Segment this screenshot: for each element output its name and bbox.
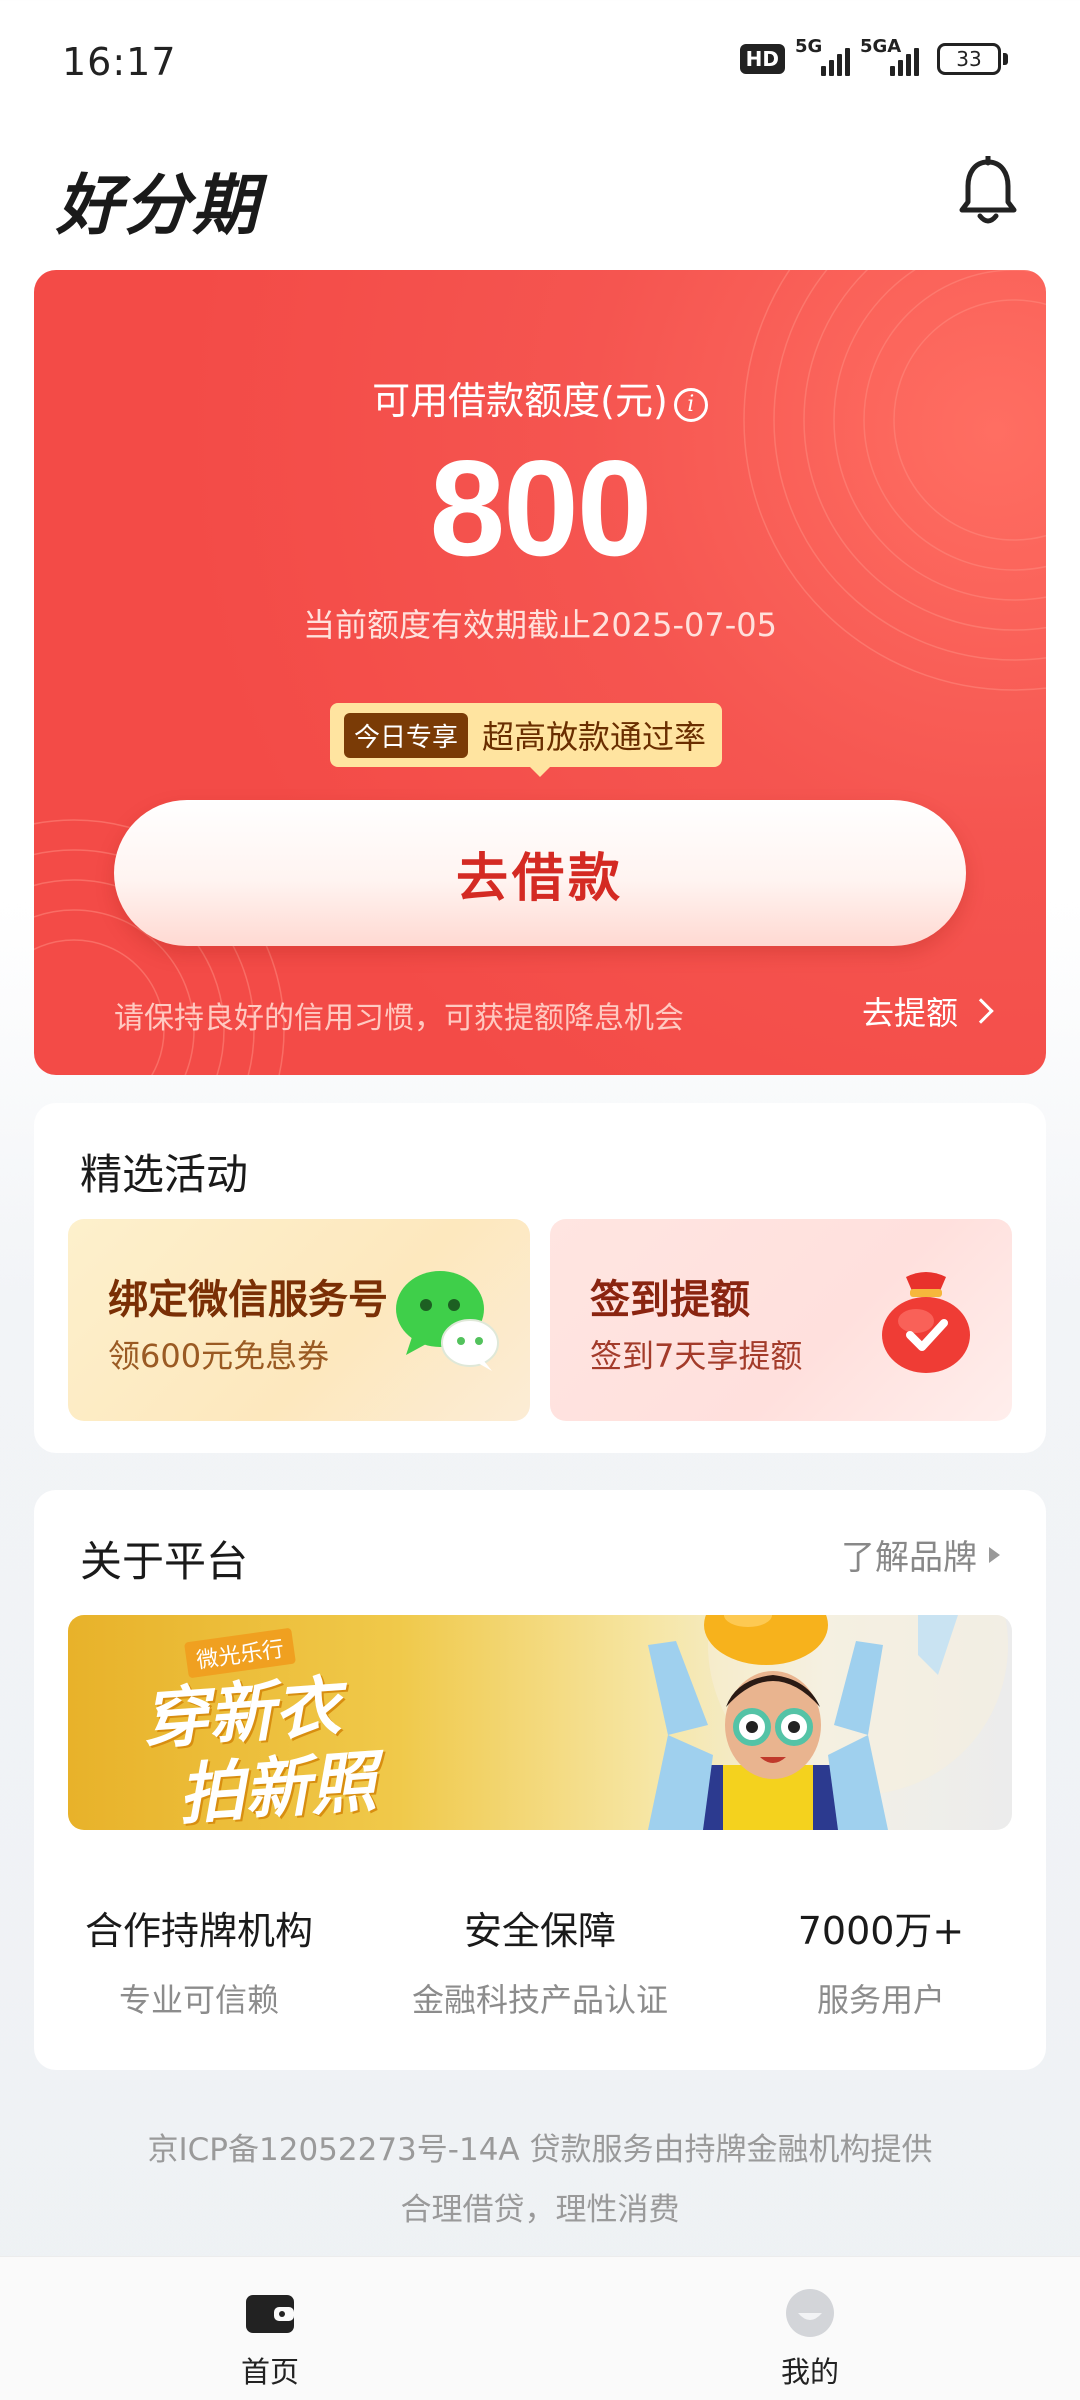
signal-label: 5GA — [860, 36, 902, 57]
wechat-icon — [396, 1271, 499, 1371]
about-platform: 关于平台 了解品牌 微光乐行 穿新衣 拍新照 合作持牌机构 专业可信赖 安全保障… — [34, 1490, 1046, 2070]
nav-label: 首页 — [240, 2355, 299, 2389]
wallet-icon — [246, 2295, 294, 2333]
stat-subtitle: 服务用户 — [816, 1981, 945, 2019]
status-bar: 16:17 HD 5G 5GA 33 — [0, 0, 1080, 130]
section-title: 精选活动 — [80, 1150, 249, 1199]
brand-banner[interactable]: 微光乐行 穿新衣 拍新照 — [68, 1615, 1012, 1830]
section-title: 关于平台 — [80, 1537, 249, 1586]
status-time: 16:17 — [62, 40, 177, 84]
activity-subtitle: 签到7天享提额 — [590, 1337, 803, 1375]
borrow-button[interactable]: 去借款 — [114, 800, 966, 946]
featured-activities: 精选活动 绑定微信服务号 领600元免息券 签到提额 签到7天享提额 — [34, 1103, 1046, 1453]
activity-bind-wechat[interactable]: 绑定微信服务号 领600元免息券 — [68, 1219, 530, 1421]
activity-subtitle: 领600元免息券 — [108, 1337, 330, 1375]
hd-voice-icon: HD — [739, 44, 785, 74]
battery-level: 33 — [937, 43, 1001, 75]
stat-security: 安全保障 金融科技产品认证 — [375, 1900, 705, 2021]
bottom-nav: 首页 我的 — [0, 2256, 1080, 2400]
learn-brand-label: 了解品牌 — [841, 1538, 977, 1578]
stat-subtitle: 金融科技产品认证 — [411, 1981, 668, 2019]
limit-label: 可用借款额度(元) i — [34, 370, 1046, 425]
app-logo: 好分期 — [56, 166, 260, 244]
promo-text: 超高放款通过率 — [482, 718, 707, 756]
footer-license: 京ICP备12052273号-14A 贷款服务由持牌金融机构提供 — [147, 2132, 933, 2168]
signal-5ga-icon: 5GA — [860, 36, 919, 76]
activity-title: 签到提额 — [590, 1277, 750, 1323]
limit-expiry: 当前额度有效期截止2025-07-05 — [303, 606, 777, 644]
activity-checkin[interactable]: 签到提额 签到7天享提额 — [550, 1219, 1012, 1421]
stat-title: 合作持牌机构 — [84, 1909, 313, 1953]
battery-icon: 33 — [937, 43, 1008, 75]
limit-label-text: 可用借款额度(元) — [372, 379, 668, 423]
promo-tag: 今日专享 超高放款通过率 — [330, 703, 723, 777]
stat-title: 安全保障 — [463, 1909, 616, 1953]
raise-limit-label: 去提额 — [861, 994, 958, 1032]
chevron-right-icon — [968, 998, 994, 1024]
lucky-bag-check-icon — [882, 1272, 970, 1373]
triangle-right-icon — [989, 1546, 1000, 1563]
footer-slogan: 合理借贷，理性消费 — [400, 2192, 680, 2228]
promo-badge: 今日专享 — [344, 712, 469, 758]
stat-users: 7000万+ 服务用户 — [716, 1900, 1046, 2021]
stat-licensed-partners: 合作持牌机构 专业可信赖 — [34, 1900, 364, 2021]
banner-headline-2: 拍新照 — [175, 1743, 379, 1830]
profile-face-icon — [786, 2289, 834, 2337]
activity-title: 绑定微信服务号 — [108, 1277, 388, 1323]
credit-limit-card: 可用借款额度(元) i 800 当前额度有效期截止2025-07-05 今日专享 … — [34, 270, 1046, 1075]
stat-subtitle: 专业可信赖 — [118, 1981, 279, 2019]
raise-limit-link[interactable]: 去提额 — [861, 988, 994, 1034]
credit-tip: 请保持良好的信用习惯，可获提额降息机会 — [114, 1001, 684, 1036]
banner-photo-boy-with-balloon — [648, 1615, 1008, 1830]
stat-title: 7000万+ — [797, 1909, 965, 1953]
signal-5g-icon: 5G — [795, 36, 850, 76]
bell-icon[interactable] — [956, 156, 1020, 228]
status-icons: HD 5G 5GA 33 — [739, 36, 1008, 76]
nav-label: 我的 — [780, 2355, 839, 2389]
nav-mine[interactable]: 我的 — [710, 2257, 910, 2400]
signal-label: 5G — [795, 36, 823, 57]
limit-amount: 800 — [429, 432, 653, 584]
learn-brand-link[interactable]: 了解品牌 — [841, 1530, 1000, 1579]
nav-home[interactable]: 首页 — [170, 2257, 370, 2400]
app-header: 好分期 — [0, 140, 1080, 250]
info-icon[interactable]: i — [673, 388, 708, 422]
